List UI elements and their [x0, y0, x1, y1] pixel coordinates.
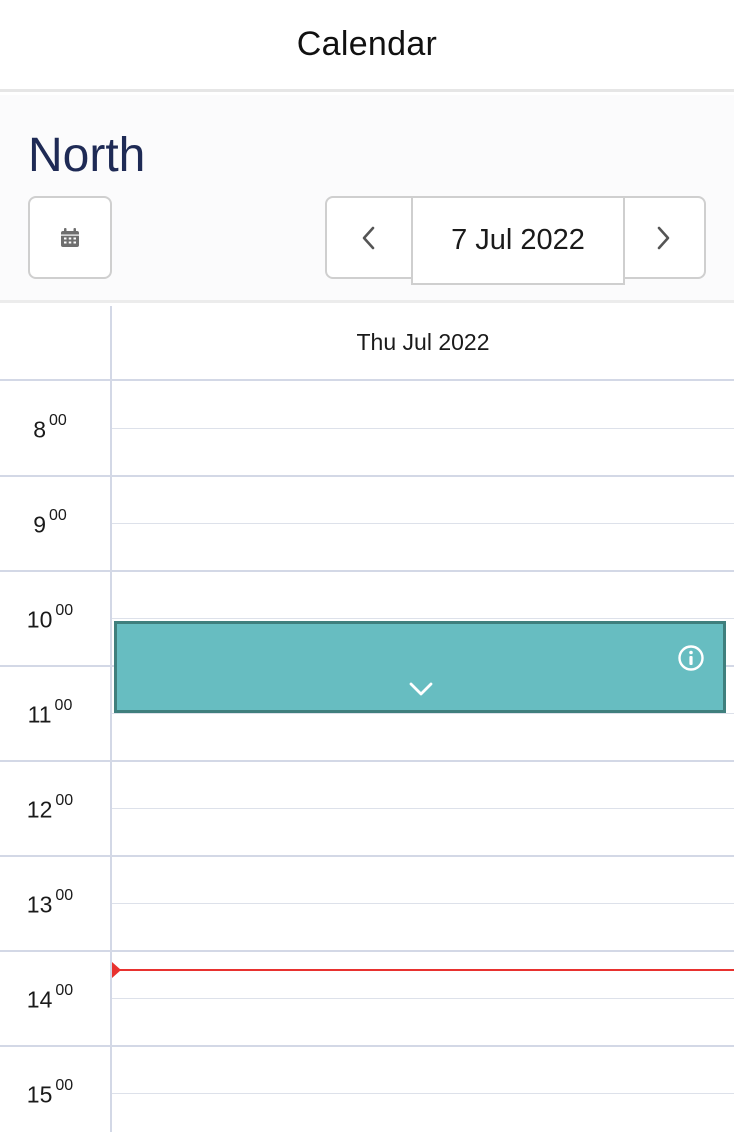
hour-label-hour: 15 — [26, 1081, 53, 1108]
hour-label-minutes: 00 — [55, 602, 74, 619]
hour-label-hour: 8 — [33, 416, 46, 443]
hour-label: 11 00 — [0, 697, 100, 729]
hour-label: 14 00 — [0, 982, 100, 1014]
half-hour-line — [112, 523, 734, 524]
hour-label-hour: 9 — [33, 511, 46, 538]
hour-label-hour: 10 — [26, 606, 53, 633]
hour-label: 13 00 — [0, 887, 100, 919]
half-hour-line — [112, 428, 734, 429]
hour-label-minutes: 00 — [55, 1077, 74, 1094]
calendar-event[interactable] — [114, 621, 726, 713]
half-hour-line — [112, 808, 734, 809]
chevron-right-icon — [657, 226, 670, 249]
chevron-down-icon[interactable] — [407, 679, 435, 699]
half-hour-line — [112, 1093, 734, 1094]
current-date-button[interactable]: 7 Jul 2022 — [411, 196, 625, 285]
date-navigator: 7 Jul 2022 — [325, 196, 706, 285]
hour-label-minutes: 00 — [54, 697, 73, 714]
divider — [0, 379, 112, 381]
current-time-marker — [112, 962, 121, 978]
hour-label: 8 00 — [0, 412, 100, 444]
hour-label-minutes: 00 — [55, 792, 74, 809]
next-day-button[interactable] — [622, 198, 704, 277]
day-column-header: Thu Jul 2022 — [112, 306, 734, 381]
info-icon[interactable] — [677, 644, 705, 672]
hour-label-minutes: 00 — [49, 412, 67, 429]
app-header: Calendar — [0, 0, 734, 92]
half-hour-line — [112, 713, 734, 714]
location-title: North — [28, 129, 146, 182]
half-hour-line — [112, 903, 734, 904]
hour-label: 10 00 — [0, 602, 100, 634]
hour-label-hour: 13 — [26, 891, 53, 918]
hour-label-hour: 14 — [26, 986, 53, 1013]
hour-label-minutes: 00 — [55, 982, 74, 999]
hour-label-hour: 12 — [26, 796, 53, 823]
chevron-left-icon — [362, 226, 375, 249]
time-gutter-divider — [110, 306, 112, 1132]
half-hour-line — [112, 618, 734, 619]
previous-day-button[interactable] — [327, 198, 411, 277]
hour-label: 9 00 — [0, 507, 100, 539]
current-time-line — [112, 969, 734, 971]
app-title: Calendar — [296, 25, 438, 63]
half-hour-line — [112, 998, 734, 999]
hour-label: 12 00 — [0, 792, 100, 824]
calendar-toolbar: North 7 Jul 2022 — [0, 95, 734, 303]
hour-label-minutes: 00 — [49, 507, 67, 524]
hour-label-hour: 11 — [27, 701, 52, 728]
hour-label: 15 00 — [0, 1077, 100, 1109]
hour-label-minutes: 00 — [55, 887, 74, 904]
calendar-picker-button[interactable] — [28, 196, 112, 279]
calendar-icon — [61, 227, 79, 247]
day-grid: Thu Jul 2022 8 00 9 00 10 00 11 00 12 00 13 00… — [0, 306, 734, 1132]
